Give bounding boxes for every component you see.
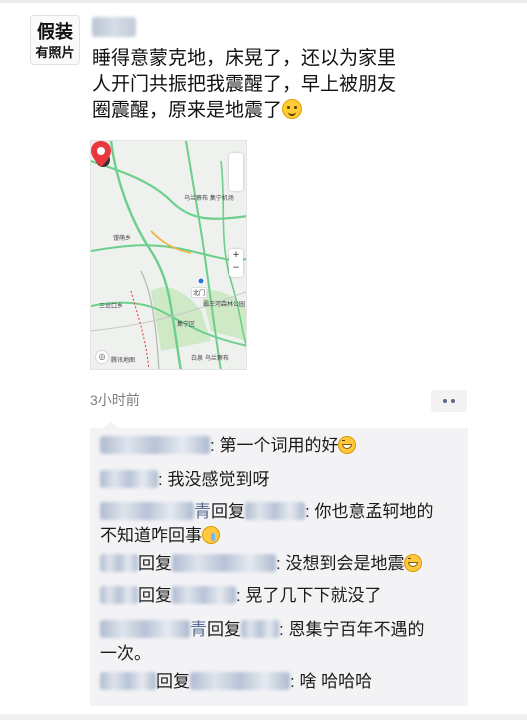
comment-1[interactable]: : 第一个词用的好 <box>100 434 357 458</box>
map-label-corner: 白泉 乌兰察布 <box>191 355 229 362</box>
location-pin-icon <box>91 141 111 167</box>
cry-emoji-icon <box>202 526 220 544</box>
reply-target-blurred[interactable] <box>245 502 305 520</box>
grin-emoji-icon <box>338 436 357 454</box>
reply-word: 回复 <box>138 586 172 605</box>
map-pin-label: 北门 <box>191 287 208 298</box>
map-label-lake: 三岔口乡 <box>99 303 124 310</box>
comment-author-blurred[interactable] <box>100 672 156 690</box>
reply-target-blurred[interactable] <box>190 672 290 690</box>
comment-text: 恩集宁百年不遇的 <box>288 620 425 639</box>
comment-author-blurred[interactable] <box>100 586 138 604</box>
map-label-airport: 乌兰察布 集宁机场 <box>184 195 234 202</box>
post-text: 睡得意蒙克地，床晃了，还以为家里 人开门共振把我震醒了，早上被朋友 圈震醒，原来… <box>92 46 492 124</box>
avatar-text-line1: 假装 <box>37 22 73 43</box>
comment-author-tail[interactable]: 青 <box>194 502 211 521</box>
reply-target-blurred[interactable] <box>172 586 236 604</box>
comment-section: : 第一个词用的好 : 我没感觉到呀 青回复: 你也意孟轲地的 不知道咋回事 回… <box>90 421 468 706</box>
comment-4[interactable]: 回复: 没想到会是地震 <box>100 552 423 576</box>
smiling-emoji-icon <box>282 99 303 119</box>
comment-text-line2: 不知道咋回事 <box>100 526 202 545</box>
post-line-2: 人开门共振把我震醒了，早上被朋友 <box>92 74 397 95</box>
comment-text: 啥 哈哈哈 <box>299 672 373 691</box>
reply-target-blurred[interactable] <box>241 620 279 638</box>
avatar[interactable]: 假装 有照片 <box>30 15 80 65</box>
zoom-in-icon[interactable]: + <box>232 250 240 260</box>
comment-author-tail[interactable]: 青 <box>190 620 207 639</box>
post-line-1: 睡得意蒙克地，床晃了，还以为家里 <box>92 48 397 69</box>
avatar-text-line2: 有照片 <box>35 46 75 61</box>
bottom-divider <box>0 714 527 720</box>
comment-author-blurred[interactable] <box>100 470 158 488</box>
comment-5[interactable]: 回复: 晃了几下下就没了 <box>100 584 381 608</box>
comment-text: 你也意孟轲地的 <box>314 502 434 521</box>
comment-6[interactable]: 青回复: 恩集宁百年不遇的 <box>100 618 424 642</box>
comment-text: 晃了几下下就没了 <box>245 586 382 605</box>
comment-text: 没想到会是地震 <box>285 554 405 573</box>
comment-2[interactable]: : 我没感觉到呀 <box>100 468 269 492</box>
post-line-3-text: 圈震醒，原来是地震了 <box>92 100 283 121</box>
comment-text: 第一个词用的好 <box>219 436 339 455</box>
map-label-district: 集宁区 <box>177 321 196 328</box>
reply-word: 回复 <box>211 502 245 521</box>
zoom-controls[interactable]: + − <box>229 249 243 277</box>
reply-word: 回复 <box>156 672 190 691</box>
map-label-township: 馒萌乡 <box>113 235 132 242</box>
comment-author-blurred[interactable] <box>100 620 190 638</box>
comment-text: 我没感觉到呀 <box>167 470 270 489</box>
comment-author-blurred[interactable] <box>100 502 194 520</box>
top-divider <box>0 0 527 3</box>
map-logo: 腾讯地图 <box>111 357 136 364</box>
reply-target-blurred[interactable] <box>172 554 276 572</box>
map-layers-icon[interactable] <box>229 153 243 191</box>
comment-author-blurred[interactable] <box>100 554 138 572</box>
comment-7[interactable]: 回复: 啥 哈哈哈 <box>100 670 372 694</box>
post-timestamp: 3小时前 <box>90 392 140 408</box>
comment-author-blurred[interactable] <box>100 436 210 454</box>
comment-3[interactable]: 青回复: 你也意孟轲地的 <box>100 500 433 524</box>
comment-3-continued[interactable]: 不知道咋回事 <box>100 524 220 548</box>
location-map[interactable]: + − ◎ 乌兰察布 集宁机场 馒萌乡 三岔口乡 集宁区 霸王河森林公园 白泉 乌… <box>90 140 247 370</box>
comment-6-continued[interactable]: 一次。 <box>100 642 151 666</box>
locate-icon[interactable]: ◎ <box>96 351 108 363</box>
reply-word: 回复 <box>138 554 172 573</box>
more-dots-icon[interactable] <box>431 390 467 412</box>
username-blurred[interactable] <box>92 17 136 37</box>
map-label-park: 霸王河森林公园 <box>203 301 246 308</box>
comment-text-line2: 一次。 <box>100 644 151 663</box>
reply-word: 回复 <box>207 620 241 639</box>
grin-emoji-icon <box>404 554 423 572</box>
zoom-out-icon[interactable]: − <box>232 263 240 273</box>
post-line-3: 圈震醒，原来是地震了 <box>92 98 492 124</box>
map-graphic <box>91 141 246 369</box>
